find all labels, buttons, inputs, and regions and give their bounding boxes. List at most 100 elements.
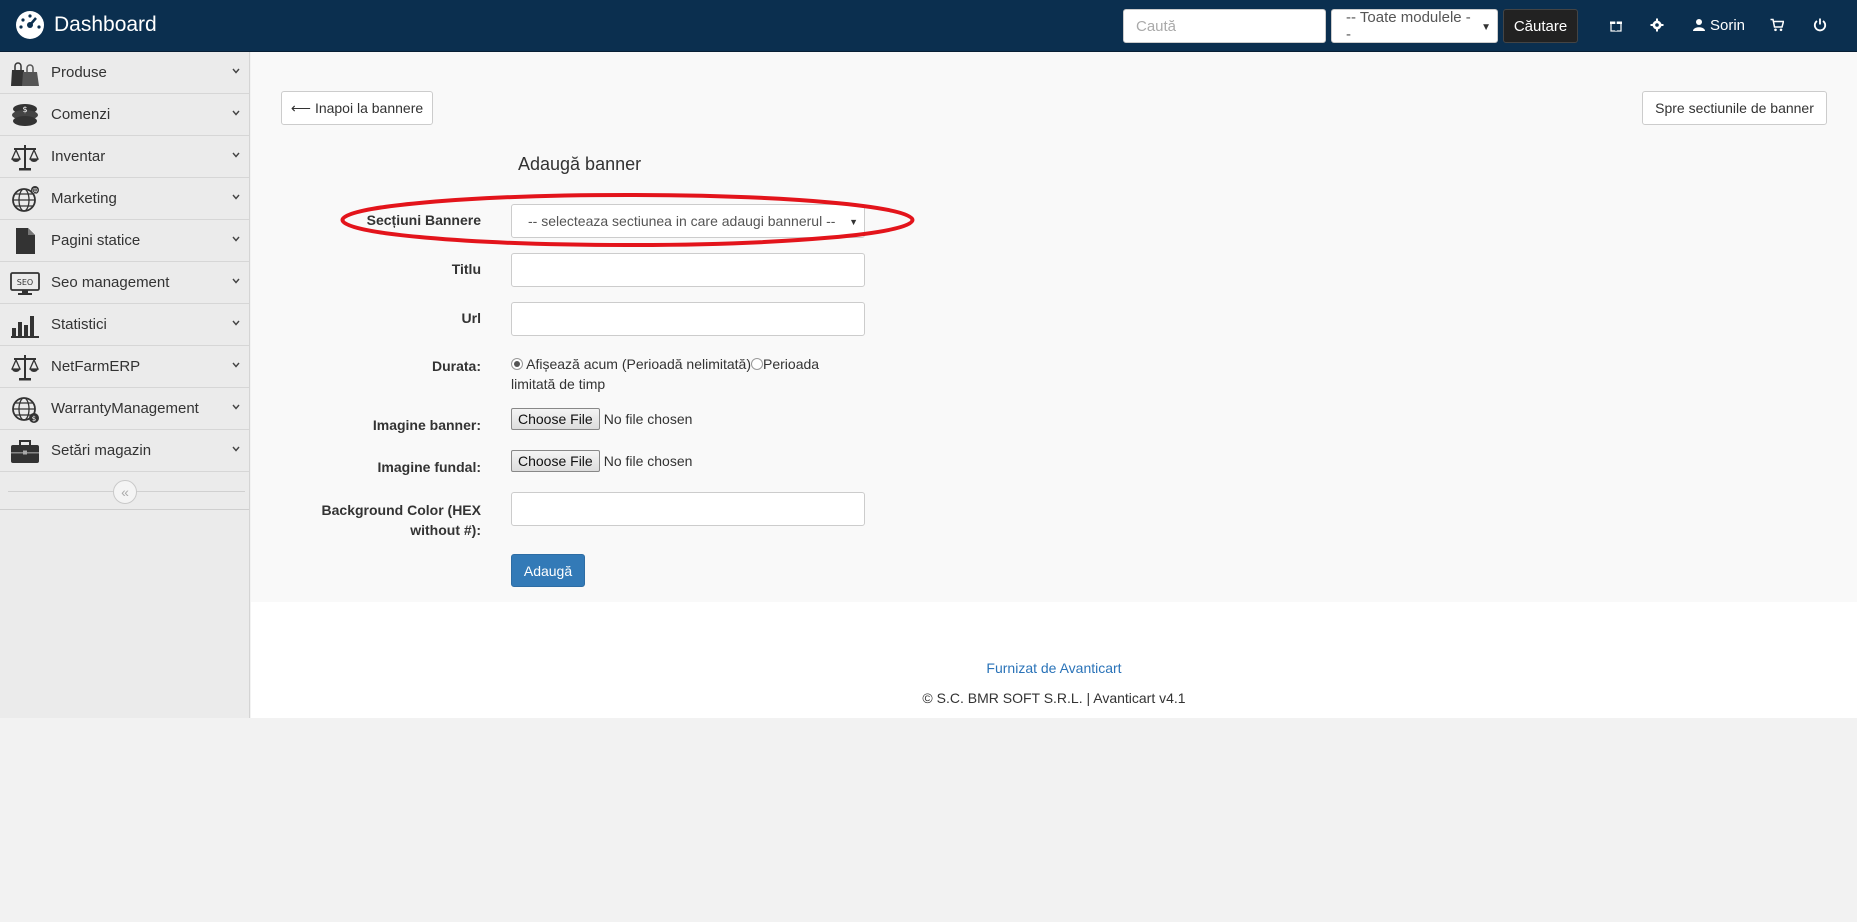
chevron-down-icon [232, 404, 240, 410]
sidebar-item-statistici[interactable]: Statistici [0, 304, 249, 346]
bg-color-label: Background Color (HEX without #): [281, 500, 481, 540]
sidebar-collapse-row: « [0, 472, 249, 510]
scale-icon [8, 350, 42, 384]
cart-icon[interactable] [1770, 14, 1784, 36]
svg-text:@: @ [32, 187, 38, 194]
sidebar-item-label: NetFarmERP [51, 358, 141, 375]
banner-sections-button[interactable]: Spre sectiunile de banner [1642, 91, 1827, 125]
sidebar-item-marketing[interactable]: @ Marketing [0, 178, 249, 220]
coins-icon: $ [8, 98, 42, 132]
sidebar-menu: Produse $ Comenzi Inventar @ Marketing P… [0, 52, 249, 472]
sidebar-item-label: Produse [51, 64, 107, 81]
arrow-left-icon: ⟵ [290, 99, 311, 116]
sidebar-item-label: Comenzi [51, 106, 111, 123]
caret-down-icon: ▼ [1481, 22, 1491, 33]
url-input[interactable] [511, 302, 865, 336]
chevron-down-icon [232, 110, 240, 116]
gear-icon-glyph [1650, 18, 1664, 32]
shopping-bags-icon [8, 56, 42, 90]
document-icon [8, 224, 42, 258]
sidebar-item-label: Marketing [51, 190, 117, 207]
duration-limited-radio[interactable] [751, 358, 764, 370]
title-label: Titlu [451, 261, 481, 277]
gear-icon[interactable] [1650, 14, 1664, 36]
duration-unlimited-radio[interactable] [511, 358, 523, 370]
chevron-down-icon [232, 68, 240, 74]
chevron-down-icon [232, 320, 240, 326]
power-icon[interactable] [1813, 14, 1827, 36]
top-navbar: Dashboard -- Toate modulele -- ▼ Căutare… [0, 0, 1857, 52]
sidebar-item-pagini-statice[interactable]: Pagini statice [0, 220, 249, 262]
scale-icon [8, 140, 42, 174]
image-banner-choose-file-button[interactable]: Choose File [511, 408, 600, 430]
sidebar-item-label: Statistici [51, 316, 107, 333]
briefcase-icon [8, 434, 42, 468]
sidebar-item-inventar[interactable]: Inventar [0, 136, 249, 178]
back-button-label: Inapoi la bannere [314, 100, 424, 116]
image-background-label: Imagine fundal: [377, 459, 481, 475]
form-title: Adaugă banner [518, 154, 642, 174]
brand-title: Dashboard [54, 13, 157, 36]
footer: Furnizat de Avanticart © S.C. BMR SOFT S… [251, 602, 1857, 718]
image-banner-file-input: Choose File No file chosen [511, 408, 692, 430]
sidebar-item-label: Setări magazin [51, 442, 152, 459]
chevron-down-icon [232, 362, 240, 368]
sidebar-item-label: Seo management [51, 274, 170, 291]
page-background [0, 718, 1857, 922]
duration-unlimited-label: Afișează acum (Perioadă nelimitată) [526, 356, 752, 372]
image-banner-file-status: No file chosen [603, 411, 693, 427]
power-icon-glyph [1813, 18, 1827, 32]
user-menu[interactable]: Sorin [1692, 14, 1745, 36]
url-label: Url [461, 310, 481, 326]
submit-add-button[interactable]: Adaugă [511, 554, 585, 587]
main-content: ⟵ Inapoi la bannere Spre sectiunile de b… [251, 52, 1857, 602]
brand-link[interactable]: Dashboard [14, 9, 157, 41]
sidebar-item-comenzi[interactable]: $ Comenzi [0, 94, 249, 136]
bg-color-label-line1: Background Color (HEX [321, 502, 481, 518]
search-button[interactable]: Căutare [1503, 9, 1578, 43]
globe-dollar-icon: $ [8, 392, 42, 426]
sidebar-item-netfarmerp[interactable]: NetFarmERP [0, 346, 249, 388]
image-background-file-input: Choose File No file chosen [511, 450, 692, 472]
gift-icon[interactable] [1609, 14, 1623, 36]
dashboard-gauge-icon [16, 11, 44, 39]
image-banner-label: Imagine banner: [372, 417, 481, 433]
image-background-choose-file-button[interactable]: Choose File [511, 450, 600, 472]
duration-label: Durata: [431, 358, 481, 374]
bg-color-input[interactable] [511, 492, 865, 526]
duration-radio-group: Afișează acum (Perioadă nelimitată) Perio… [511, 354, 841, 394]
sidebar-item-setari-magazin[interactable]: Setări magazin [0, 430, 249, 472]
chevron-down-icon [232, 236, 240, 242]
svg-text:$: $ [22, 105, 27, 114]
footer-avanticart-link[interactable]: Furnizat de Avanticart [251, 660, 1857, 676]
back-to-banners-button[interactable]: ⟵ Inapoi la bannere [281, 91, 433, 125]
sidebar-item-seo-management[interactable]: SEO Seo management [0, 262, 249, 304]
sidebar-item-produse[interactable]: Produse [0, 52, 249, 94]
chevron-down-icon [232, 152, 240, 158]
title-input[interactable] [511, 253, 865, 287]
module-select[interactable]: -- Toate modulele -- ▼ [1331, 9, 1498, 43]
sidebar-item-warrantymanagement[interactable]: $ WarrantyManagement [0, 388, 249, 430]
cart-icon-glyph [1770, 18, 1784, 32]
image-background-file-status: No file chosen [603, 453, 693, 469]
module-select-value: -- Toate modulele -- [1346, 9, 1471, 43]
seo-monitor-icon: SEO [8, 266, 42, 300]
bg-color-label-line2: without #): [410, 522, 481, 538]
svg-text:SEO: SEO [17, 278, 33, 287]
collapse-sidebar-button[interactable]: « [113, 480, 137, 504]
chevron-down-icon [232, 446, 240, 452]
annotation-ellipse [340, 193, 915, 247]
double-chevron-left-icon: « [121, 484, 129, 500]
bar-chart-icon [8, 308, 42, 342]
sidebar-item-label: Inventar [51, 148, 106, 165]
user-icon [1693, 19, 1705, 31]
sidebar: Produse $ Comenzi Inventar @ Marketing P… [0, 52, 250, 718]
chevron-down-icon [232, 278, 240, 284]
globe-icon: @ [8, 182, 42, 216]
footer-copyright: © S.C. BMR SOFT S.R.L. | Avanticart v4.1 [922, 690, 1186, 706]
search-input[interactable] [1123, 9, 1326, 43]
sidebar-item-label: WarrantyManagement [51, 400, 199, 417]
user-name: Sorin [1710, 16, 1746, 34]
gift-icon-glyph [1610, 21, 1622, 32]
sidebar-item-label: Pagini statice [51, 232, 141, 249]
